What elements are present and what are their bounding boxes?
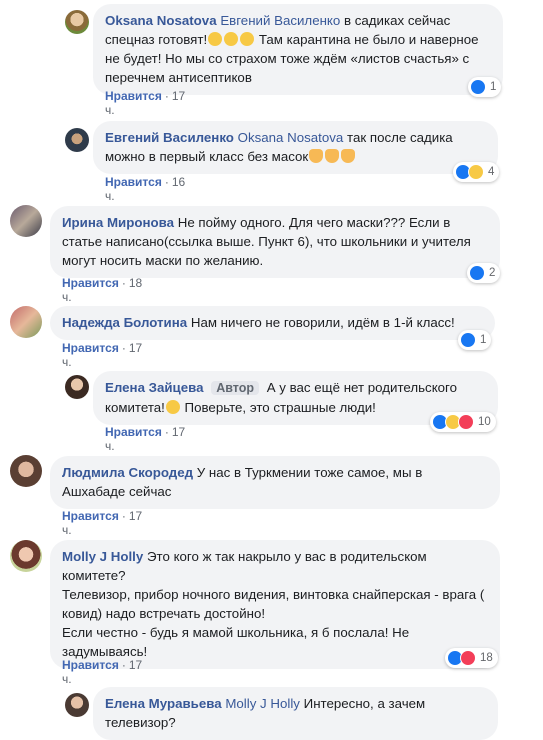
reaction-summary[interactable]: 2: [467, 263, 501, 283]
like-button[interactable]: Нравится: [62, 276, 119, 290]
avatar[interactable]: [10, 306, 42, 338]
comment-author[interactable]: Людмила Скородед: [62, 465, 193, 480]
comment-actions: Нравится · 17 ч.: [62, 658, 143, 686]
avatar[interactable]: [65, 10, 89, 34]
comment-text-cont: Поверьте, это страшные люди!: [180, 400, 376, 415]
comment-bubble: Людмила Скородед У нас в Туркмении тоже …: [50, 456, 500, 509]
like-reaction-icon: [469, 265, 485, 281]
reaction-summary[interactable]: 10: [430, 412, 496, 432]
comment-actions: Нравится · 16 ч.: [105, 175, 186, 203]
avatar[interactable]: [65, 128, 89, 152]
reaction-count: 1: [490, 81, 497, 93]
comment-bubble: Ирина Миронова Не пойму одного. Для чего…: [50, 206, 500, 278]
reaction-count: 2: [489, 267, 496, 279]
comment-text: Нам ничего не говорили, идём в 1-й класс…: [190, 315, 455, 330]
haha-reaction-icon: [468, 164, 484, 180]
avatar[interactable]: [10, 205, 42, 237]
mention-link[interactable]: Molly J Holly: [225, 696, 300, 711]
reaction-count: 18: [480, 652, 493, 664]
like-reaction-icon: [460, 332, 476, 348]
like-reaction-icon: [470, 79, 486, 95]
comment-bubble: Molly J Holly Это кого ж так накрыло у в…: [50, 540, 500, 669]
like-button[interactable]: Нравится: [105, 425, 162, 439]
love-reaction-icon: [460, 650, 476, 666]
reaction-summary[interactable]: 1: [458, 330, 492, 350]
mention-link[interactable]: Oksana Nosatova: [238, 130, 344, 145]
comment-bubble: Евгений Василенко Oksana Nosatova так по…: [93, 121, 498, 174]
reaction-summary[interactable]: 4: [453, 162, 500, 182]
rolling-laugh-emoji-icon: [165, 400, 181, 415]
reaction-summary[interactable]: 1: [468, 77, 502, 97]
comment-actions: Нравится · 17 ч.: [105, 89, 186, 117]
comment-actions: Нравится · 17 ч.: [62, 509, 143, 537]
author-badge: Автор: [211, 381, 260, 395]
comment-author[interactable]: Надежда Болотина: [62, 315, 187, 330]
comment-bubble: Надежда Болотина Нам ничего не говорили,…: [50, 306, 495, 340]
comment-text-line: Телевизор, прибор ночного видения, винто…: [62, 587, 485, 621]
reaction-summary[interactable]: 18: [445, 648, 498, 668]
comment-author[interactable]: Евгений Василенко: [105, 130, 234, 145]
comment-text-line: Если честно - будь я мамой школьника, я …: [62, 625, 410, 659]
reaction-count: 10: [478, 416, 491, 428]
comment-author[interactable]: Ирина Миронова: [62, 215, 174, 230]
avatar[interactable]: [10, 455, 42, 487]
comment-actions: Нравится · 18 ч.: [62, 276, 143, 304]
reaction-count: 1: [480, 334, 487, 346]
comment-author[interactable]: Елена Зайцева: [105, 380, 204, 395]
comment-bubble: Oksana Nosatova Евгений Василенко в сади…: [93, 4, 503, 95]
comment-actions: Нравится · 17 ч.: [105, 425, 186, 453]
laugh-emoji-icon: [207, 32, 255, 47]
avatar[interactable]: [10, 540, 42, 572]
comment-author[interactable]: Molly J Holly: [62, 549, 143, 564]
avatar[interactable]: [65, 375, 89, 399]
comment-author[interactable]: Oksana Nosatova: [105, 13, 217, 28]
like-button[interactable]: Нравится: [105, 89, 162, 103]
like-button[interactable]: Нравится: [62, 509, 119, 523]
like-button[interactable]: Нравится: [62, 341, 119, 355]
avatar[interactable]: [65, 693, 89, 717]
like-button[interactable]: Нравится: [62, 658, 119, 672]
mention-link[interactable]: Евгений Василенко: [220, 13, 340, 28]
comment-bubble: Елена Муравьева Molly J Holly Интересно,…: [93, 687, 498, 740]
rock-hand-emoji-icon: [308, 149, 356, 164]
comment-actions: Нравится · 17 ч.: [62, 341, 143, 369]
like-button[interactable]: Нравится: [105, 175, 162, 189]
reaction-count: 4: [488, 166, 495, 178]
love-reaction-icon: [458, 414, 474, 430]
comment-author[interactable]: Елена Муравьева: [105, 696, 222, 711]
